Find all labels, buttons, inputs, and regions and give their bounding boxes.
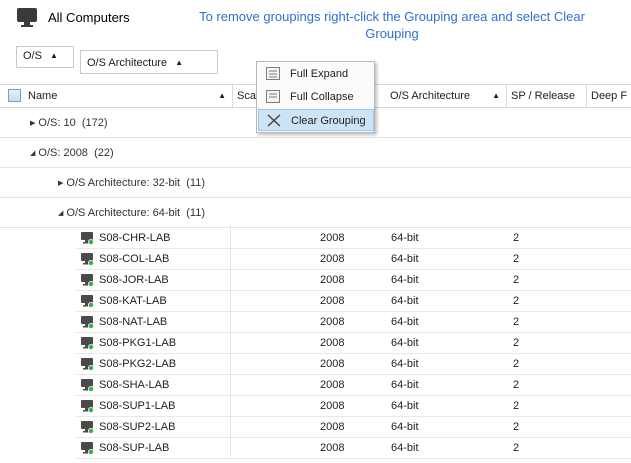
column-deep[interactable]: Deep F	[587, 85, 631, 107]
computer-name: S08-SUP1-LAB	[99, 400, 176, 412]
architecture-value: 64-bit	[391, 358, 419, 370]
computer-name: S08-SUP-LAB	[99, 442, 170, 454]
computer-icon	[81, 274, 94, 287]
sp-release-value: 2	[513, 337, 520, 349]
computer-icon	[81, 400, 94, 413]
computer-name: S08-SUP2-LAB	[99, 421, 176, 433]
computer-icon	[81, 421, 94, 434]
os-value: 2008	[320, 421, 345, 433]
computer-icon	[81, 379, 94, 392]
os-value: 2008	[320, 358, 345, 370]
sp-release-value: 2	[513, 421, 520, 433]
table-row[interactable]: S08-CHR-LAB 2008 64-bit 2	[0, 228, 631, 249]
sp-release-value: 2	[513, 295, 520, 307]
architecture-value: 64-bit	[391, 316, 419, 328]
column-name[interactable]: Name ▲	[24, 85, 233, 107]
architecture-value: 64-bit	[391, 253, 419, 265]
os-value: 2008	[320, 295, 345, 307]
sp-release-value: 2	[513, 379, 520, 391]
table-row[interactable]: S08-KAT-LAB 2008 64-bit 2	[0, 291, 631, 312]
grouping-hint: To remove groupings right-click the Grou…	[199, 9, 585, 41]
list-icon	[266, 90, 280, 103]
page-title: All Computers	[48, 10, 130, 25]
architecture-value: 64-bit	[391, 442, 419, 454]
computer-name: S08-SHA-LAB	[99, 379, 170, 391]
menu-item-full-collapse[interactable]: Full Collapse	[258, 86, 374, 108]
computer-icon	[81, 232, 94, 245]
row-divider	[76, 458, 631, 459]
table-row[interactable]: S08-SUP2-LAB 2008 64-bit 2	[0, 417, 631, 438]
computer-name: S08-CHR-LAB	[99, 232, 171, 244]
sp-release-value: 2	[513, 253, 520, 265]
table-row[interactable]: S08-SUP-LAB 2008 64-bit 2	[0, 438, 631, 459]
sp-release-value: 2	[513, 232, 520, 244]
computer-icon	[81, 253, 94, 266]
sp-release-value: 2	[513, 400, 520, 412]
expand-arrow-icon[interactable]: ▶	[30, 120, 35, 127]
architecture-value: 64-bit	[391, 337, 419, 349]
sort-ascending-icon: ▲	[175, 58, 184, 67]
os-value: 2008	[320, 400, 345, 412]
expand-arrow-icon[interactable]: ▶	[58, 180, 63, 187]
computer-name: S08-KAT-LAB	[99, 295, 167, 307]
collapse-arrow-icon[interactable]: ◢	[30, 150, 35, 157]
architecture-value: 64-bit	[391, 232, 419, 244]
menu-item-clear-grouping[interactable]: Clear Grouping	[258, 109, 374, 131]
grouping-context-menu: Full Expand Full Collapse Clear Grouping	[256, 61, 375, 133]
os-value: 2008	[320, 379, 345, 391]
os-value: 2008	[320, 337, 345, 349]
table-row[interactable]: S08-SUP1-LAB 2008 64-bit 2	[0, 396, 631, 417]
select-all-checkbox[interactable]	[8, 89, 21, 102]
sort-ascending-icon: ▲	[49, 51, 58, 60]
group-row-os-2008[interactable]: ◢ O/S: 2008 (22)	[0, 138, 631, 168]
os-value: 2008	[320, 442, 345, 454]
architecture-value: 64-bit	[391, 379, 419, 391]
architecture-value: 64-bit	[391, 421, 419, 433]
column-os-architecture[interactable]: O/S Architecture ▲	[386, 85, 507, 107]
table-row[interactable]: S08-NAT-LAB 2008 64-bit 2	[0, 312, 631, 333]
computer-name: S08-PKG1-LAB	[99, 337, 177, 349]
computer-name: S08-PKG2-LAB	[99, 358, 177, 370]
sort-ascending-icon: ▲	[218, 91, 226, 100]
sp-release-value: 2	[513, 316, 520, 328]
computer-icon	[81, 316, 94, 329]
column-sp-release[interactable]: SP / Release	[507, 85, 587, 107]
architecture-value: 64-bit	[391, 295, 419, 307]
computer-icon	[81, 358, 94, 371]
sp-release-value: 2	[513, 274, 520, 286]
os-value: 2008	[320, 232, 345, 244]
os-value: 2008	[320, 274, 345, 286]
group-row-arch-64bit[interactable]: ◢ O/S Architecture: 64-bit (11)	[0, 198, 631, 228]
monitor-icon	[17, 8, 37, 27]
os-value: 2008	[320, 316, 345, 328]
computer-name: S08-COL-LAB	[99, 253, 170, 265]
table-row[interactable]: S08-SHA-LAB 2008 64-bit 2	[0, 375, 631, 396]
computer-icon	[81, 295, 94, 308]
menu-item-full-expand[interactable]: Full Expand	[258, 63, 374, 85]
group-chip-os[interactable]: O/S ▲	[16, 46, 74, 68]
table-row[interactable]: S08-PKG2-LAB 2008 64-bit 2	[0, 354, 631, 375]
computer-name: S08-NAT-LAB	[99, 316, 168, 328]
architecture-value: 64-bit	[391, 400, 419, 412]
header: All Computers To remove groupings right-…	[0, 0, 631, 41]
group-row-arch-32bit[interactable]: ▶ O/S Architecture: 32-bit (11)	[0, 168, 631, 198]
group-chip-os-architecture[interactable]: O/S Architecture ▲	[80, 50, 218, 74]
list-icon	[266, 67, 280, 80]
computer-name: S08-JOR-LAB	[99, 274, 169, 286]
sort-ascending-icon: ▲	[492, 91, 500, 100]
table-row[interactable]: S08-COL-LAB 2008 64-bit 2	[0, 249, 631, 270]
computer-icon	[81, 442, 94, 455]
computer-icon	[81, 337, 94, 350]
sp-release-value: 2	[513, 442, 520, 454]
x-icon	[267, 114, 281, 127]
collapse-arrow-icon[interactable]: ◢	[58, 210, 63, 217]
table-row[interactable]: S08-JOR-LAB 2008 64-bit 2	[0, 270, 631, 291]
architecture-value: 64-bit	[391, 274, 419, 286]
table-row[interactable]: S08-PKG1-LAB 2008 64-bit 2	[0, 333, 631, 354]
os-value: 2008	[320, 253, 345, 265]
sp-release-value: 2	[513, 358, 520, 370]
